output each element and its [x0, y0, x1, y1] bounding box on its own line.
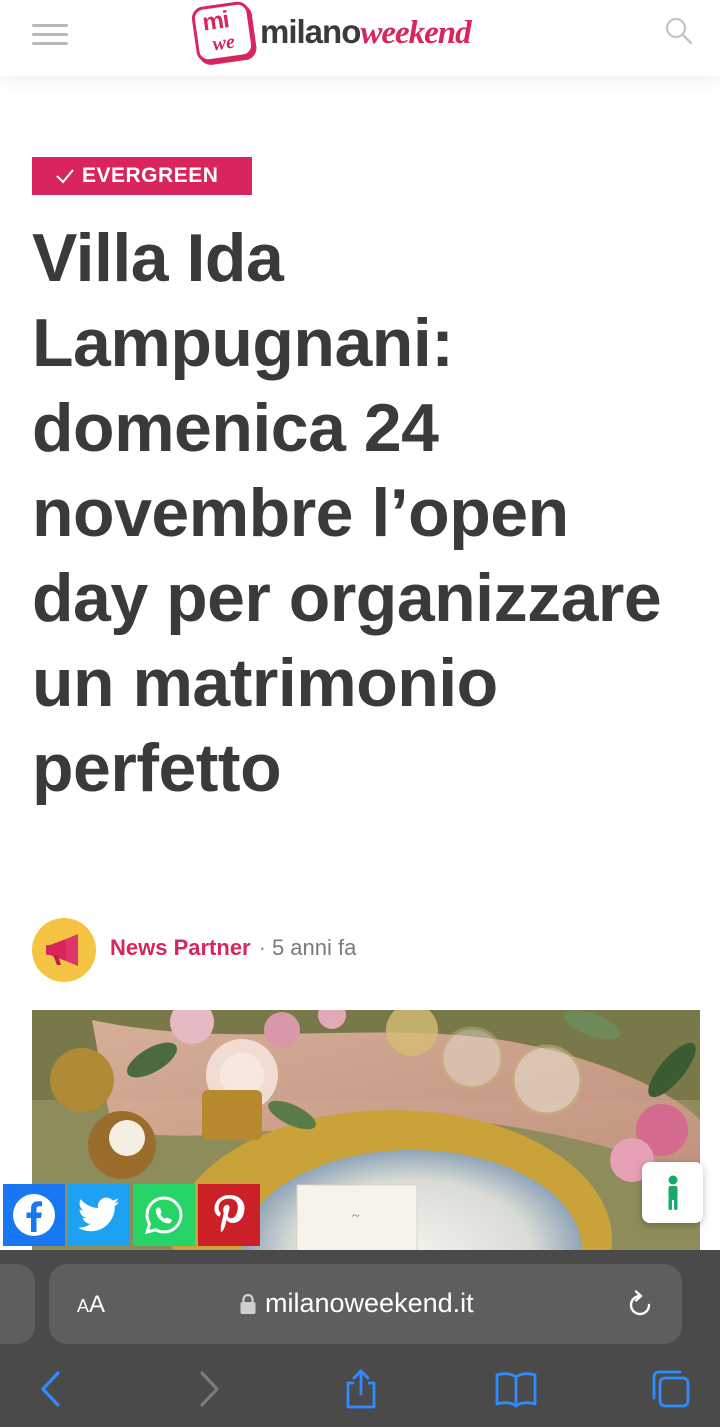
svg-text:~: ~ [352, 1209, 360, 1224]
reader-settings-button[interactable]: AA [77, 1291, 105, 1319]
site-logo[interactable]: mi we milanoweekend [190, 0, 472, 64]
browser-chrome: AA milanoweekend.it [0, 1250, 720, 1427]
author-avatar[interactable] [32, 918, 96, 982]
category-label: EVERGREEN [82, 164, 219, 187]
twitter-icon [78, 1197, 120, 1232]
share-icon[interactable] [340, 1368, 382, 1410]
accessibility-icon [668, 1175, 677, 1210]
author-link[interactable]: News Partner [110, 934, 251, 962]
reload-icon[interactable] [623, 1288, 657, 1322]
url-display: milanoweekend.it [239, 1288, 474, 1319]
category-badge[interactable]: EVERGREEN [32, 157, 252, 195]
article-meta: News Partner · 5 anni fa [110, 934, 356, 962]
lock-icon [240, 1293, 256, 1314]
whatsapp-icon [145, 1196, 183, 1235]
forward-icon[interactable] [188, 1368, 230, 1410]
logo-badge: mi we [190, 0, 256, 64]
logo-wordmark: milanoweekend [260, 12, 472, 52]
bookmarks-icon[interactable] [494, 1368, 537, 1410]
meta-separator: · [258, 935, 266, 960]
share-bar [3, 1184, 260, 1246]
menu-icon[interactable] [32, 24, 68, 46]
facebook-icon [13, 1194, 55, 1236]
previous-tab-peek[interactable] [0, 1264, 35, 1344]
logo-word-accent: weekend [360, 14, 471, 51]
pinterest-share-button[interactable] [198, 1184, 260, 1246]
accessibility-button[interactable] [642, 1162, 703, 1223]
logo-word-main: milano [260, 12, 361, 50]
search-icon[interactable] [664, 16, 694, 46]
address-bar[interactable]: AA milanoweekend.it [49, 1264, 682, 1344]
whatsapp-share-button[interactable] [133, 1184, 195, 1246]
check-icon [56, 169, 74, 184]
site-header: mi we milanoweekend [0, 0, 720, 76]
logo-badge-bottom: we [211, 30, 237, 56]
back-icon[interactable] [30, 1368, 72, 1410]
twitter-share-button[interactable] [68, 1184, 130, 1246]
pinterest-icon [214, 1195, 245, 1233]
browser-toolbar [0, 1358, 720, 1418]
facebook-share-button[interactable] [3, 1184, 65, 1246]
url-text: milanoweekend.it [265, 1288, 474, 1318]
article-title: Villa Ida Lampugnani: domenica 24 novemb… [32, 220, 662, 806]
tabs-icon[interactable] [650, 1368, 692, 1410]
publish-time: 5 anni fa [271, 935, 357, 960]
aa-big-label: A [89, 1291, 106, 1318]
megaphone-icon [46, 934, 78, 966]
aa-small-label: A [77, 1296, 90, 1316]
